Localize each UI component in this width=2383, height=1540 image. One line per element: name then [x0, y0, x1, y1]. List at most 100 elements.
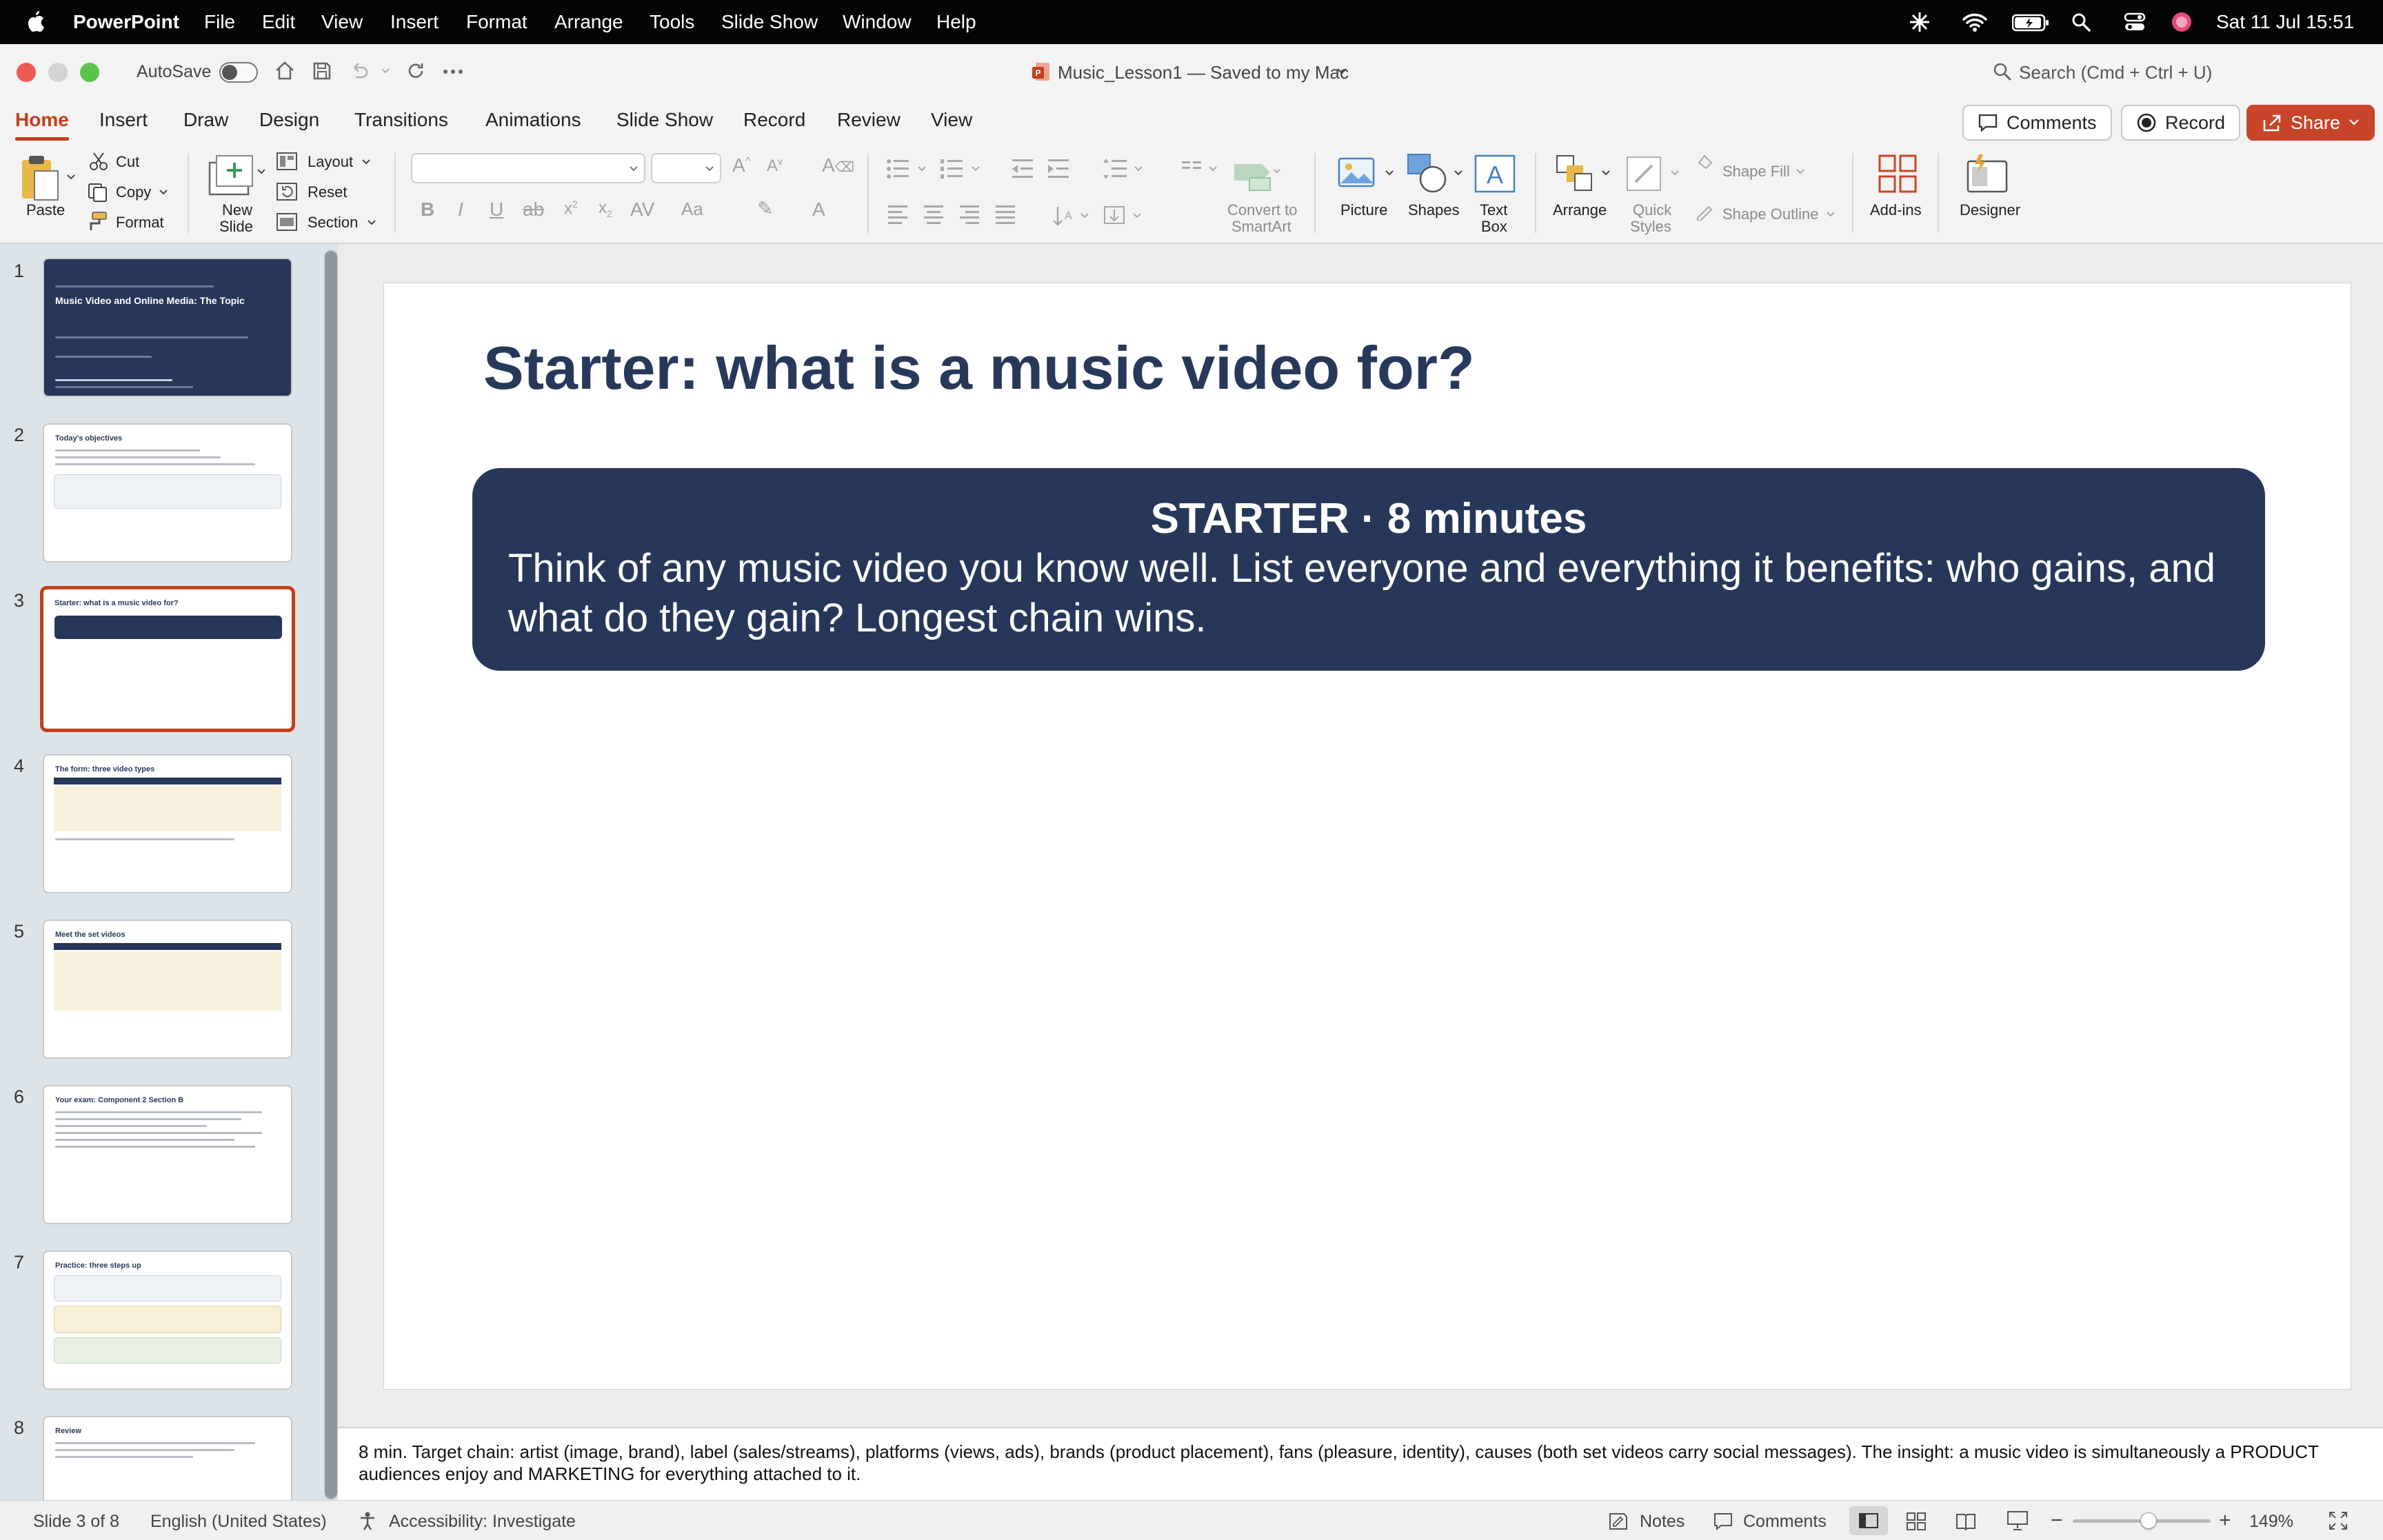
shape-outline-dropdown-icon[interactable] [1826, 211, 1836, 218]
shape-outline-label[interactable]: Shape Outline [1722, 205, 1818, 223]
title-chevron-down-icon[interactable] [1336, 68, 1347, 76]
arrange-label[interactable]: Arrange [1553, 201, 1607, 219]
shape-fill-icon[interactable] [1695, 153, 1714, 172]
tab-design[interactable]: Design [259, 109, 319, 131]
add-ins-label[interactable]: Add-ins [1870, 201, 1922, 219]
section-icon[interactable] [276, 212, 298, 232]
record-button[interactable]: Record [2121, 105, 2241, 141]
layout-dropdown-icon[interactable] [361, 159, 371, 165]
autosave-toggle[interactable] [219, 62, 258, 83]
layout-icon[interactable] [276, 152, 298, 171]
picture-dropdown-icon[interactable] [1385, 170, 1394, 176]
starter-box[interactable]: STARTER · 8 minutes Think of any music v… [472, 468, 2265, 671]
text-box-label-2[interactable]: Box [1481, 218, 1507, 236]
speaker-notes-text[interactable]: 8 min. Target chain: artist (image, bran… [359, 1441, 2358, 1485]
slide-sorter-icon[interactable] [1906, 1512, 1927, 1531]
home-icon[interactable] [274, 61, 295, 81]
convert-smartart-label-1[interactable]: Convert to [1227, 201, 1298, 219]
align-right-icon[interactable] [958, 204, 982, 225]
numbering-icon[interactable] [939, 157, 987, 181]
designer-icon[interactable] [1965, 153, 2009, 194]
add-ins-icon[interactable] [1877, 153, 1918, 194]
reset-icon[interactable] [276, 182, 298, 201]
font-color-icon[interactable]: A [812, 199, 825, 221]
search-input[interactable]: Search (Cmd + Ctrl + U) [2019, 62, 2212, 83]
decrease-font-size-icon[interactable]: Av [767, 156, 783, 176]
shape-outline-icon[interactable] [1695, 201, 1714, 221]
menu-tools[interactable]: Tools [650, 10, 694, 34]
section-dropdown-icon[interactable] [367, 219, 376, 226]
tab-draw[interactable]: Draw [183, 109, 228, 131]
new-slide-dropdown-icon[interactable] [257, 168, 266, 175]
zoom-in-icon[interactable]: + [2219, 1509, 2231, 1532]
zoom-out-icon[interactable]: − [2051, 1509, 2063, 1532]
tab-view[interactable]: View [931, 109, 972, 131]
menu-insert[interactable]: Insert [390, 10, 439, 34]
decrease-indent-icon[interactable] [1011, 157, 1034, 181]
menu-view[interactable]: View [321, 10, 363, 34]
zoom-window-button[interactable] [80, 63, 99, 82]
battery-icon[interactable] [2012, 14, 2049, 32]
font-size-select[interactable] [651, 153, 721, 183]
normal-view-button[interactable] [1849, 1506, 1888, 1535]
slide-title[interactable]: Starter: what is a music video for? [483, 333, 1475, 403]
tab-record[interactable]: Record [743, 109, 805, 131]
new-slide-label-2[interactable]: Slide [219, 218, 253, 236]
menu-app-name[interactable]: PowerPoint [73, 10, 179, 34]
picture-icon[interactable] [1338, 156, 1379, 190]
redo-icon[interactable] [405, 61, 426, 81]
zoom-level[interactable]: 149% [2249, 1512, 2293, 1532]
accessibility-icon[interactable] [357, 1510, 378, 1531]
tab-slide-show[interactable]: Slide Show [616, 109, 713, 131]
reading-view-icon[interactable] [1955, 1512, 1976, 1531]
increase-font-size-icon[interactable]: A^ [732, 154, 750, 176]
status-comment-icon[interactable] [1713, 1512, 1733, 1531]
layout-label[interactable]: Layout [308, 153, 353, 171]
align-left-icon[interactable] [887, 204, 910, 225]
align-text-icon[interactable] [1100, 204, 1149, 227]
columns-icon[interactable] [1180, 157, 1229, 181]
menu-format[interactable]: Format [466, 10, 527, 34]
slide-thumbnail-4[interactable]: The form: three video types [43, 754, 292, 893]
sparkle-icon[interactable] [1909, 11, 1931, 33]
tab-review[interactable]: Review [837, 109, 901, 131]
picture-label[interactable]: Picture [1340, 201, 1387, 219]
font-name-select[interactable] [411, 153, 645, 183]
slide-thumbnail-3-selected[interactable]: Starter: what is a music video for? [40, 586, 295, 732]
current-slide[interactable]: Starter: what is a music video for? STAR… [383, 283, 2351, 1390]
increase-indent-icon[interactable] [1047, 157, 1070, 181]
accessibility-status[interactable]: Accessibility: Investigate [389, 1512, 576, 1532]
menubar-datetime[interactable]: Sat 11 Jul 15:51 [2216, 10, 2354, 34]
speaker-notes-pane[interactable]: 8 min. Target chain: artist (image, bran… [338, 1427, 2383, 1500]
tab-transitions[interactable]: Transitions [354, 109, 448, 131]
tab-home[interactable]: Home [15, 109, 69, 141]
quick-styles-icon[interactable] [1625, 154, 1666, 196]
clear-formatting-icon[interactable]: A⌫ [822, 154, 854, 176]
slide-thumbnail-5[interactable]: Meet the set videos [43, 920, 292, 1059]
shapes-icon[interactable] [1407, 153, 1451, 194]
change-case-icon[interactable]: Aa [681, 199, 703, 220]
spotlight-search-icon[interactable] [2071, 12, 2091, 32]
quick-styles-label-1[interactable]: Quick [1633, 201, 1671, 219]
shape-fill-dropdown-icon[interactable] [1796, 168, 1805, 175]
paste-dropdown-icon[interactable] [66, 174, 76, 181]
menu-arrange[interactable]: Arrange [554, 10, 623, 34]
italic-icon[interactable]: I [458, 199, 463, 221]
slide-thumbnail-7[interactable]: Practice: three steps up [43, 1250, 292, 1390]
comments-status-button[interactable]: Comments [1743, 1512, 1827, 1532]
shapes-dropdown-icon[interactable] [1454, 170, 1463, 176]
line-spacing-icon[interactable] [1102, 157, 1150, 181]
tab-animations[interactable]: Animations [485, 109, 581, 131]
highlight-icon[interactable]: ✎ [757, 197, 773, 220]
text-direction-icon[interactable]: A [1052, 204, 1096, 227]
bullets-icon[interactable] [885, 157, 934, 181]
align-center-icon[interactable] [923, 204, 946, 225]
share-button[interactable]: Share [2246, 105, 2375, 141]
zoom-slider-handle[interactable] [2140, 1512, 2157, 1529]
cut-icon[interactable] [88, 152, 109, 171]
siri-icon[interactable] [2171, 11, 2193, 33]
comments-button[interactable]: Comments [1962, 105, 2112, 141]
character-spacing-icon[interactable]: AV [630, 199, 654, 221]
quick-styles-label-2[interactable]: Styles [1630, 218, 1671, 236]
minimize-window-button[interactable] [48, 63, 68, 82]
